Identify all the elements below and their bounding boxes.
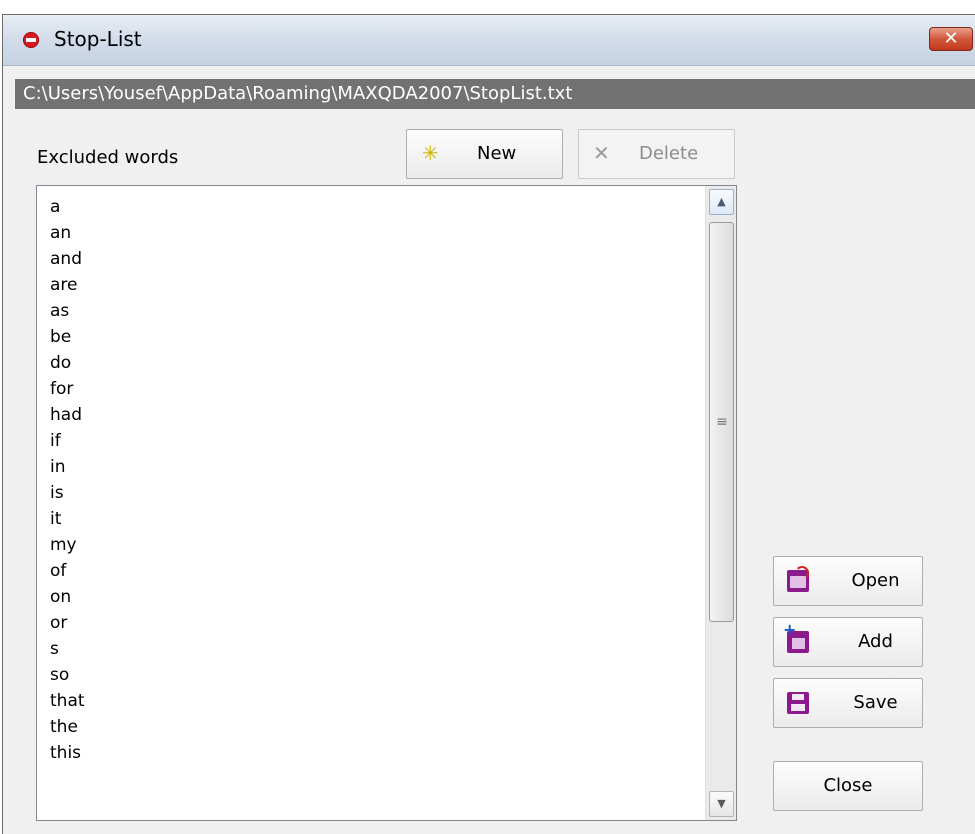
excluded-words-list[interactable]: a an and are as be do for had if in is it my of on or s so…: [36, 185, 737, 821]
list-item[interactable]: had: [50, 402, 85, 428]
file-path-bar: C:\Users\Yousef\AppData\Roaming\MAXQDA20…: [15, 79, 975, 109]
scroll-down-button[interactable]: ▼: [709, 791, 734, 817]
vertical-scrollbar[interactable]: ▲ ≡ ▼: [705, 186, 736, 820]
list-item[interactable]: for: [50, 376, 85, 402]
add-button[interactable]: Add: [773, 617, 923, 667]
stop-icon: [23, 32, 39, 48]
window-title: Stop-List: [54, 27, 142, 51]
list-item[interactable]: in: [50, 454, 85, 480]
list-item[interactable]: be: [50, 324, 85, 350]
close-button[interactable]: Close: [773, 761, 923, 811]
sparkle-icon: ✳: [422, 141, 439, 165]
scroll-up-button[interactable]: ▲: [709, 189, 734, 215]
word-items: a an and are as be do for had if in is it my of on or s so…: [50, 194, 85, 766]
grip-icon: ≡: [716, 414, 728, 430]
open-button[interactable]: Open: [773, 556, 923, 606]
x-icon: ✕: [593, 141, 610, 165]
scroll-thumb[interactable]: ≡: [709, 222, 734, 622]
list-item[interactable]: do: [50, 350, 85, 376]
add-button-label: Add: [858, 631, 893, 652]
list-item[interactable]: as: [50, 298, 85, 324]
delete-button[interactable]: ✕ Delete: [578, 129, 735, 179]
list-item[interactable]: an: [50, 220, 85, 246]
list-item[interactable]: s: [50, 636, 85, 662]
close-icon: ✕: [943, 28, 959, 49]
delete-button-label: Delete: [639, 143, 699, 164]
list-item[interactable]: so: [50, 662, 85, 688]
window-close-button[interactable]: ✕: [929, 27, 973, 51]
save-button-label: Save: [853, 692, 898, 713]
list-item[interactable]: a: [50, 194, 85, 220]
list-item[interactable]: my: [50, 532, 85, 558]
list-item[interactable]: is: [50, 480, 85, 506]
list-item[interactable]: it: [50, 506, 85, 532]
stop-list-dialog: Stop-List ✕ C:\Users\Yousef\AppData\Roam…: [2, 14, 975, 834]
chevron-up-icon: ▲: [717, 195, 726, 208]
list-item[interactable]: if: [50, 428, 85, 454]
chevron-down-icon: ▼: [717, 797, 726, 810]
new-button[interactable]: ✳ New: [406, 129, 563, 179]
list-item[interactable]: are: [50, 272, 85, 298]
list-item[interactable]: on: [50, 584, 85, 610]
open-button-label: Open: [851, 570, 900, 591]
list-item[interactable]: or: [50, 610, 85, 636]
new-button-label: New: [477, 143, 517, 164]
excluded-words-label: Excluded words: [37, 147, 179, 168]
list-item[interactable]: the: [50, 714, 85, 740]
list-item[interactable]: that: [50, 688, 85, 714]
save-button[interactable]: Save: [773, 678, 923, 728]
list-item[interactable]: this: [50, 740, 85, 766]
list-item[interactable]: of: [50, 558, 85, 584]
close-button-label: Close: [823, 775, 873, 796]
list-item[interactable]: and: [50, 246, 85, 272]
title-bar[interactable]: Stop-List ✕: [3, 15, 975, 66]
